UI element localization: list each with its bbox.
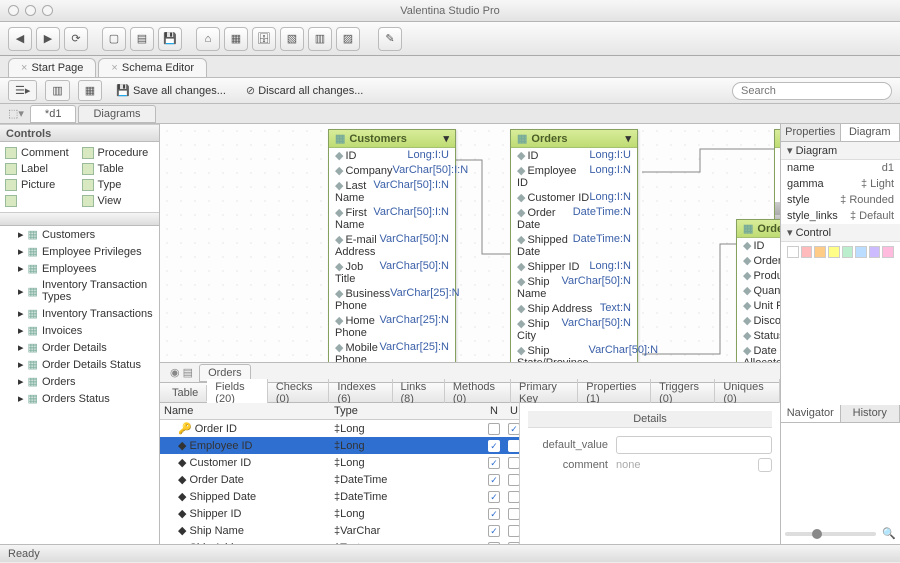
- main-toolbar: ◀ ▶ ⟳ ▢ ▤ 💾 ⌂ ▦ 🗄 ▧ ▥ ▨ ✎: [0, 22, 900, 56]
- entity-order-details[interactable]: ▦Order Details▾◆IDLong:I:U◆Order IDLong:…: [736, 219, 780, 362]
- table-item[interactable]: ▸ ▦ Orders Status: [0, 390, 159, 407]
- tab-properties[interactable]: Properties: [781, 124, 841, 141]
- table-item[interactable]: ▸ ▦ Order Details Status: [0, 356, 159, 373]
- servers-icon[interactable]: ▦: [224, 27, 248, 51]
- diagram-prop[interactable]: style_links‡ Default: [781, 208, 900, 224]
- property-tabs: TableFields (20)Checks (0)Indexes (6)Lin…: [160, 383, 780, 403]
- db-icon[interactable]: 🗄: [252, 27, 276, 51]
- tab-navigator[interactable]: Navigator: [781, 405, 841, 422]
- bottom-panel: ◉ ▤ Orders TableFields (20)Checks (0)Ind…: [160, 362, 780, 544]
- tab-schema-editor[interactable]: ×Schema Editor: [98, 58, 207, 77]
- default-value-input[interactable]: [616, 436, 772, 454]
- sql-icon[interactable]: ▧: [280, 27, 304, 51]
- control-item[interactable]: Procedure: [81, 146, 156, 160]
- forms-icon[interactable]: ▥: [308, 27, 332, 51]
- close-icon[interactable]: ×: [21, 62, 27, 74]
- view-tree-button[interactable]: ☰▸: [8, 80, 37, 101]
- field-row[interactable]: 🔑 Order ID‡Long✓✓: [160, 420, 519, 437]
- table-item[interactable]: ▸ ▦ Inventory Transactions: [0, 305, 159, 322]
- control-item[interactable]: View: [81, 194, 156, 208]
- back-button[interactable]: ◀: [8, 27, 32, 51]
- control-item[interactable]: Type: [81, 178, 156, 192]
- view-grid-button[interactable]: ▦: [78, 80, 102, 101]
- section-diagram[interactable]: ▾ Diagram: [781, 142, 900, 160]
- entity-orders[interactable]: ▦Orders▾◆IDLong:I:U◆Employee IDLong:I:N◆…: [510, 129, 638, 362]
- left-sidebar: Controls CommentProcedureLabelTablePictu…: [0, 124, 160, 544]
- entity-orders-status[interactable]: ▦Orders Status▾◆Status IDShort:I:U◆Statu…: [774, 129, 780, 229]
- save-icon[interactable]: 💾: [158, 27, 182, 51]
- field-row[interactable]: ◆ Shipper ID‡Long✓✓: [160, 505, 519, 522]
- home-icon[interactable]: ⌂: [196, 27, 220, 51]
- forward-button[interactable]: ▶: [36, 27, 60, 51]
- diagram-prop[interactable]: gamma‡ Light: [781, 176, 900, 192]
- right-sidebar: Properties Diagram ▾ Diagram named1gamma…: [780, 124, 900, 544]
- tab-diagrams[interactable]: Diagrams: [78, 105, 155, 123]
- field-row[interactable]: ◆ Employee ID‡Long✓✓: [160, 437, 519, 454]
- diagram-canvas[interactable]: ▦Customers▾◆IDLong:I:U◆CompanyVarChar[50…: [160, 124, 780, 362]
- tab-diagram[interactable]: Diagram: [841, 124, 900, 141]
- field-row[interactable]: ◆ Ship Name‡VarChar✓: [160, 522, 519, 539]
- control-item[interactable]: Table: [81, 162, 156, 176]
- prop-tab[interactable]: Table: [164, 385, 207, 401]
- table-item[interactable]: ▸ ▦ Inventory Transaction Types: [0, 277, 159, 305]
- search-input[interactable]: [732, 82, 892, 100]
- refresh-button[interactable]: ⟳: [64, 27, 88, 51]
- right-tabs: Properties Diagram: [781, 124, 900, 142]
- control-item[interactable]: Comment: [4, 146, 79, 160]
- report-icon[interactable]: ▨: [336, 27, 360, 51]
- open-icon[interactable]: ▤: [130, 27, 154, 51]
- titlebar: Valentina Studio Pro: [0, 0, 900, 22]
- tab-start-page[interactable]: ×Start Page: [8, 58, 96, 77]
- details-panel: Details default_value commentnone: [520, 403, 780, 544]
- control-item[interactable]: Label: [4, 162, 79, 176]
- section-control[interactable]: ▾ Control: [781, 224, 900, 242]
- discard-all-button[interactable]: ⊘ Discard all changes...: [240, 81, 369, 100]
- sub-toolbar: ☰▸ ▥ ▦ 💾 Save all changes... ⊘ Discard a…: [0, 78, 900, 104]
- status-bar: Ready: [0, 544, 900, 562]
- close-icon[interactable]: ×: [111, 62, 117, 74]
- table-item[interactable]: ▸ ▦ Customers: [0, 226, 159, 243]
- table-item[interactable]: ▸ ▦ Employees: [0, 260, 159, 277]
- view-column-button[interactable]: ▥: [45, 80, 69, 101]
- details-header: Details: [528, 411, 772, 428]
- document-tabs: ×Start Page ×Schema Editor: [0, 56, 900, 78]
- entity-customers[interactable]: ▦Customers▾◆IDLong:I:U◆CompanyVarChar[50…: [328, 129, 456, 362]
- table-item[interactable]: ▸ ▦ Orders: [0, 373, 159, 390]
- fields-grid[interactable]: NameType NUI 🔑 Order ID‡Long✓✓◆ Employee…: [160, 403, 520, 544]
- diagram-prop[interactable]: style‡ Rounded: [781, 192, 900, 208]
- inner-tabs: ⬚▾ *d1 Diagrams: [0, 104, 900, 124]
- control-item[interactable]: Picture: [4, 178, 79, 192]
- window-title: Valentina Studio Pro: [0, 5, 900, 17]
- table-item[interactable]: ▸ ▦ Invoices: [0, 322, 159, 339]
- diagram-prop[interactable]: named1: [781, 160, 900, 176]
- tables-list[interactable]: ▸ ▦ Customers▸ ▦ Employee Privileges▸ ▦ …: [0, 226, 159, 544]
- relationship-lines: [160, 124, 780, 362]
- fields-header: NameType NUI: [160, 403, 519, 420]
- tab-d1[interactable]: *d1: [30, 105, 77, 123]
- control-item[interactable]: [4, 194, 79, 208]
- new-icon[interactable]: ▢: [102, 27, 126, 51]
- brush-icon[interactable]: ✎: [378, 27, 402, 51]
- controls-palette: CommentProcedureLabelTablePictureType Vie…: [0, 142, 159, 212]
- save-all-button[interactable]: 💾 Save all changes...: [110, 81, 232, 100]
- controls-header: Controls: [0, 124, 159, 142]
- color-swatches[interactable]: [781, 242, 900, 262]
- field-row[interactable]: ◆ Shipped Date‡DateTime✓: [160, 488, 519, 505]
- table-item[interactable]: ▸ ▦ Employee Privileges: [0, 243, 159, 260]
- field-row[interactable]: ◆ Order Date‡DateTime✓: [160, 471, 519, 488]
- comment-expand-button[interactable]: [758, 458, 772, 472]
- table-item[interactable]: ▸ ▦ Order Details: [0, 339, 159, 356]
- field-row[interactable]: ◆ Customer ID‡Long✓✓: [160, 454, 519, 471]
- tab-history[interactable]: History: [841, 405, 900, 422]
